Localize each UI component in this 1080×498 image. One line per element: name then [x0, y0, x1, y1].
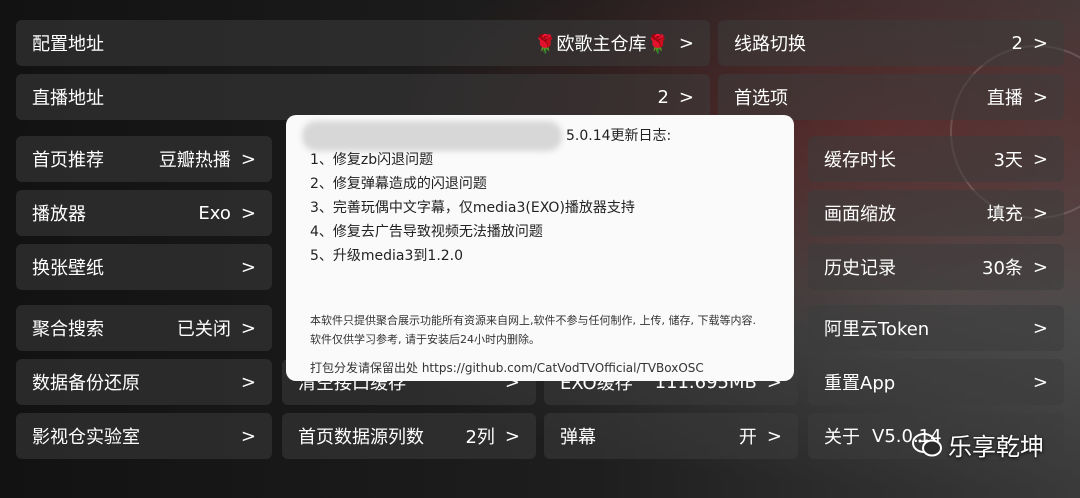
update-log-item: 5、升级media3到1.2.0 — [310, 248, 464, 264]
preferred-value: 直播 — [986, 88, 1023, 109]
player-value: Exo — [198, 202, 231, 224]
disclaimer-text: 本软件只提供聚合展示功能所有资源来自网上,软件不参与任何制作, 上传, 储存, … — [310, 314, 756, 346]
source-link-text: 打包分发请保留出处 https://github.com/CatVodTVOff… — [310, 361, 704, 375]
history-label: 历史记录 — [824, 258, 896, 279]
chevron-right-icon: > — [1032, 148, 1048, 170]
chevron-right-icon: > — [1032, 371, 1048, 393]
preferred-label: 首选项 — [734, 88, 788, 109]
line-switch-label: 线路切换 — [734, 34, 806, 55]
blurred-app-name — [302, 121, 562, 151]
chevron-right-icon: > — [766, 425, 782, 447]
lab-label: 影视仓实验室 — [32, 427, 140, 448]
preferred-item[interactable]: 首选项 直播 > — [718, 74, 1064, 120]
wechat-icon — [912, 432, 942, 456]
player-item[interactable]: 播放器 Exo > — [16, 190, 272, 236]
danmaku-label: 弹幕 — [560, 427, 596, 448]
aggregate-search-item[interactable]: 聚合搜索 已关闭 > — [16, 305, 272, 351]
chevron-right-icon: > — [240, 425, 256, 447]
update-log-dialog: 5.0.14更新日志: 1、修复zb闪退问题 2、修复弹幕造成的闪退问题 3、完… — [286, 115, 794, 381]
home-recommend-label: 首页推荐 — [32, 150, 104, 171]
history-value: 30条 — [982, 258, 1023, 279]
data-backup-label: 数据备份还原 — [32, 373, 140, 394]
chevron-right-icon: > — [240, 317, 256, 339]
watermark: 乐享乾坤 — [912, 427, 1044, 462]
chevron-right-icon: > — [1032, 32, 1048, 54]
config-address-item[interactable]: 配置地址 🌹欧歌主仓库🌹 > — [16, 20, 710, 66]
chevron-right-icon: > — [678, 86, 694, 108]
update-log-item: 2、修复弹幕造成的闪退问题 — [310, 176, 487, 192]
aliyun-token-label: 阿里云Token — [824, 319, 930, 340]
display-scale-label: 画面缩放 — [824, 204, 896, 225]
cache-duration-item[interactable]: 缓存时长 3天 > — [808, 136, 1064, 182]
history-item[interactable]: 历史记录 30条 > — [808, 244, 1064, 290]
update-log-item: 4、修复去广告导致视频无法播放问题 — [310, 224, 543, 240]
chevron-right-icon: > — [240, 202, 256, 224]
display-scale-value: 填充 — [986, 204, 1023, 225]
home-columns-label: 首页数据源列数 — [298, 427, 424, 448]
home-recommend-item[interactable]: 首页推荐 豆瓣热播 > — [16, 136, 272, 182]
watermark-text: 乐享乾坤 — [948, 433, 1044, 461]
player-label: 播放器 — [32, 204, 86, 225]
lab-item[interactable]: 影视仓实验室 > — [16, 413, 272, 459]
cache-duration-value: 3天 — [993, 150, 1023, 171]
live-address-item[interactable]: 直播地址 2 > — [16, 74, 710, 120]
chevron-right-icon: > — [1032, 317, 1048, 339]
data-backup-item[interactable]: 数据备份还原 > — [16, 359, 272, 405]
live-address-label: 直播地址 — [32, 88, 104, 109]
chevron-right-icon: > — [678, 32, 694, 54]
aliyun-token-item[interactable]: 阿里云Token > — [808, 305, 1064, 351]
reset-app-item[interactable]: 重置App > — [808, 359, 1064, 405]
cache-duration-label: 缓存时长 — [824, 150, 896, 171]
line-switch-item[interactable]: 线路切换 2 > — [718, 20, 1064, 66]
chevron-right-icon: > — [240, 371, 256, 393]
config-address-value: 🌹欧歌主仓库🌹 — [534, 34, 669, 55]
reset-app-label: 重置App — [824, 373, 896, 394]
home-columns-value: 2列 — [465, 427, 495, 448]
display-scale-item[interactable]: 画面缩放 填充 > — [808, 190, 1064, 236]
danmaku-value: 开 — [738, 427, 757, 448]
live-address-value: 2 — [657, 86, 669, 108]
home-columns-item[interactable]: 首页数据源列数 2列 > — [282, 413, 536, 459]
aggregate-search-value: 已关闭 — [176, 319, 231, 340]
wallpaper-label: 换张壁纸 — [32, 258, 104, 279]
update-log-title: 5.0.14更新日志: — [566, 128, 672, 144]
update-log-item: 1、修复zb闪退问题 — [310, 152, 434, 168]
chevron-right-icon: > — [240, 148, 256, 170]
chevron-right-icon: > — [240, 256, 256, 278]
danmaku-item[interactable]: 弹幕 开 > — [544, 413, 798, 459]
config-address-label: 配置地址 — [32, 34, 104, 55]
chevron-right-icon: > — [1032, 86, 1048, 108]
chevron-right-icon: > — [1032, 202, 1048, 224]
wallpaper-item[interactable]: 换张壁纸 > — [16, 244, 272, 290]
update-log-item: 3、完善玩偶中文字幕，仅media3(EXO)播放器支持 — [310, 200, 635, 216]
chevron-right-icon: > — [1032, 256, 1048, 278]
chevron-right-icon: > — [504, 425, 520, 447]
update-log-list: 1、修复zb闪退问题 2、修复弹幕造成的闪退问题 3、完善玩偶中文字幕，仅med… — [310, 148, 635, 268]
line-switch-value: 2 — [1011, 32, 1023, 54]
about-label: 关于 — [824, 427, 860, 448]
aggregate-search-label: 聚合搜索 — [32, 319, 104, 340]
home-recommend-value: 豆瓣热播 — [158, 150, 231, 171]
